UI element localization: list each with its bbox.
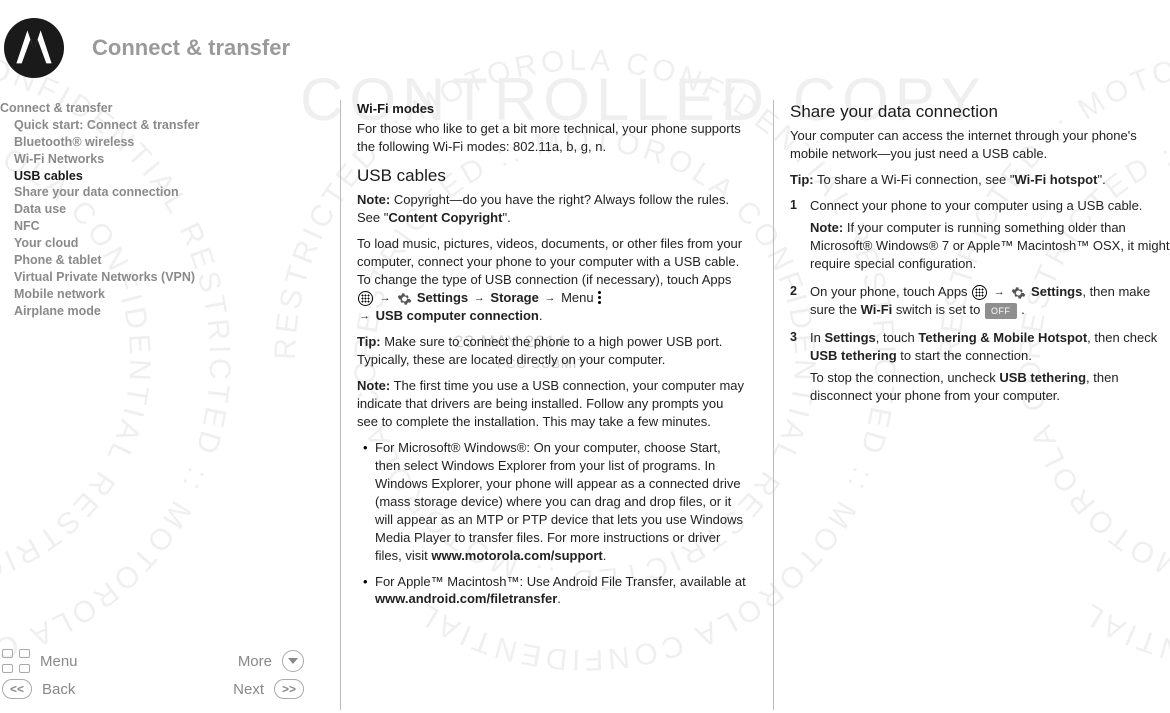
wifi-modes-heading: Wi-Fi modes xyxy=(357,100,747,118)
next-button[interactable]: Next >> xyxy=(233,679,304,699)
toc-item[interactable]: Phone & tablet xyxy=(0,252,312,269)
column-divider xyxy=(773,100,774,710)
next-chevron-icon: >> xyxy=(274,679,304,699)
menu-grid-icon xyxy=(2,649,30,673)
apps-icon xyxy=(358,291,373,306)
toc-item[interactable]: Bluetooth® wireless xyxy=(0,134,312,151)
back-label: Back xyxy=(42,681,75,698)
menu-label: Menu xyxy=(40,653,78,670)
share-data-heading: Share your data connection xyxy=(790,100,1170,123)
toc-item[interactable]: Your cloud xyxy=(0,235,312,252)
share-data-tip: Tip: To share a Wi-Fi connection, see "W… xyxy=(790,171,1170,189)
gear-icon xyxy=(397,291,412,306)
more-label: More xyxy=(238,653,272,670)
apps-icon xyxy=(972,285,987,300)
wifi-off-switch-icon: OFF xyxy=(985,303,1017,319)
toc-item[interactable]: Connect & transfer xyxy=(0,100,312,117)
usb-cables-heading: USB cables xyxy=(357,164,747,187)
motorola-logo-icon xyxy=(4,18,64,78)
usb-howto-text: To load music, pictures, videos, documen… xyxy=(357,235,747,325)
nav-footer: Menu More << Back Next >> xyxy=(0,646,310,702)
usb-os-list: For Microsoft® Windows®: On your compute… xyxy=(357,439,747,608)
toc-item[interactable]: Quick start: Connect & transfer xyxy=(0,117,312,134)
list-item: On your phone, touch Apps → Settings, th… xyxy=(790,283,1170,319)
table-of-contents: Connect & transfer Quick start: Connect … xyxy=(0,100,312,319)
list-item: In Settings, touch Tethering & Mobile Ho… xyxy=(790,329,1170,405)
toc-item[interactable]: Share your data connection xyxy=(0,184,312,201)
overflow-menu-icon xyxy=(598,291,601,304)
toc-item[interactable]: NFC xyxy=(0,218,312,235)
list-item: For Apple™ Macintosh™: Use Android File … xyxy=(357,573,747,609)
toc-item[interactable]: Virtual Private Networks (VPN) xyxy=(0,269,312,286)
toc-item[interactable]: Wi-Fi Networks xyxy=(0,151,312,168)
list-item: For Microsoft® Windows®: On your compute… xyxy=(357,439,747,565)
toc-item-current[interactable]: USB cables xyxy=(0,168,312,185)
share-data-intro: Your computer can access the internet th… xyxy=(790,127,1170,163)
toc-item[interactable]: Data use xyxy=(0,201,312,218)
back-button[interactable]: << Back xyxy=(2,679,75,699)
wifi-modes-text: For those who like to get a bit more tec… xyxy=(357,120,747,156)
gear-icon xyxy=(1011,285,1026,300)
page-header: Connect & transfer xyxy=(0,18,1170,78)
usb-note2: Note: The first time you use a USB conne… xyxy=(357,377,747,431)
more-dropdown-icon xyxy=(282,650,304,672)
share-data-steps: Connect your phone to your computer usin… xyxy=(790,197,1170,405)
next-label: Next xyxy=(233,681,264,698)
list-item: Connect your phone to your computer usin… xyxy=(790,197,1170,273)
column-divider xyxy=(340,100,341,710)
usb-tip: Tip: Make sure to connect the phone to a… xyxy=(357,333,747,369)
toc-item[interactable]: Mobile network xyxy=(0,286,312,303)
usb-note: Note: Copyright—do you have the right? A… xyxy=(357,191,747,227)
more-button[interactable]: More xyxy=(238,650,304,672)
menu-button[interactable]: Menu xyxy=(2,649,78,673)
toc-item[interactable]: Airplane mode xyxy=(0,303,312,320)
page-title: Connect & transfer xyxy=(92,35,290,61)
back-chevron-icon: << xyxy=(2,679,32,699)
